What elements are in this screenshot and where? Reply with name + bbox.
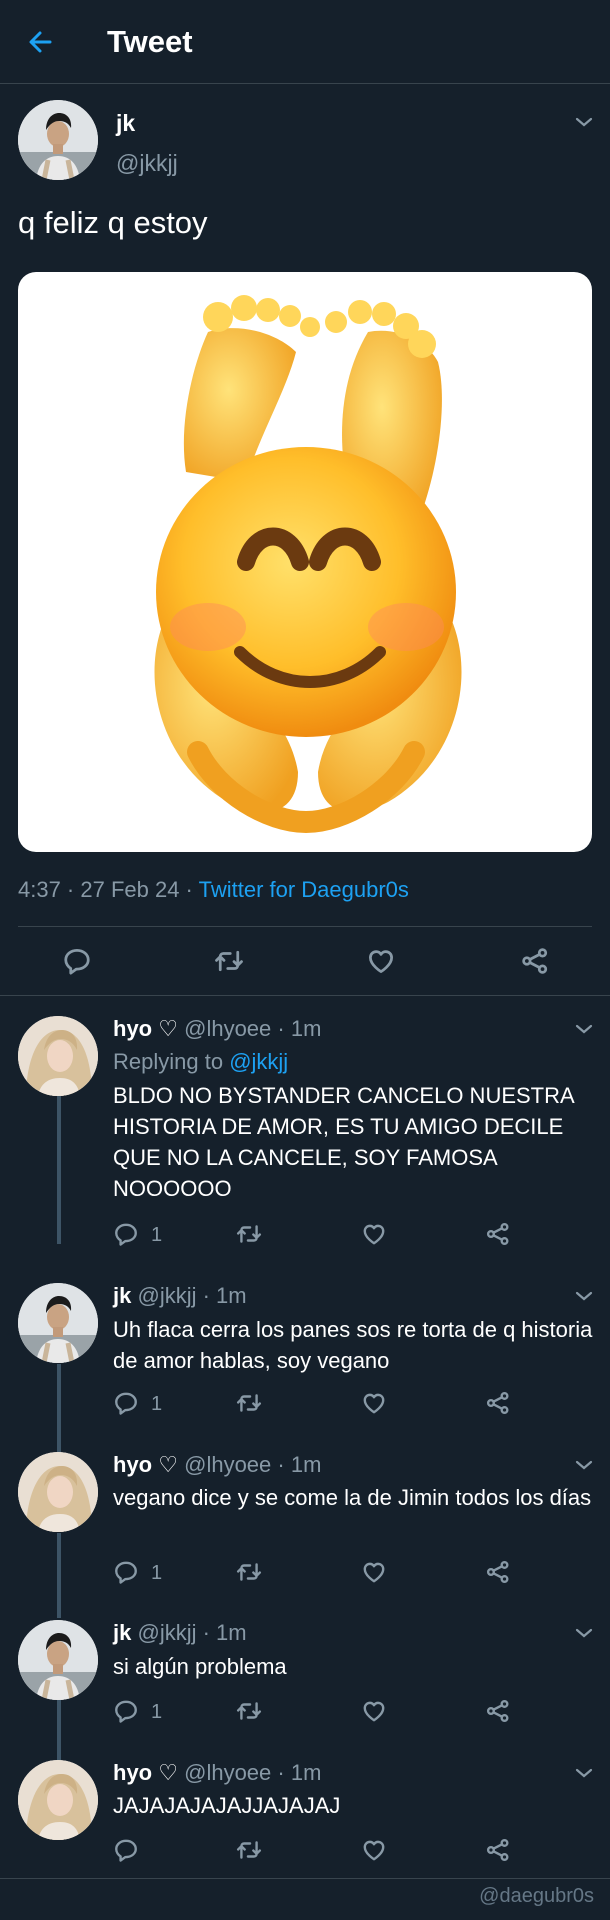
reply-header: jk @jkkjj · 1m [113,1620,247,1646]
reply-author-handle[interactable]: @lhyoee [184,1016,271,1041]
reply-time: · 1m [202,1283,247,1308]
page-title: Tweet [107,24,193,59]
author-name[interactable]: jk [116,110,135,137]
heart-symbol: ♡ [158,1452,178,1477]
reply-time: · 1m [277,1452,322,1477]
thread-connector-line [57,1533,61,1618]
retweet-icon[interactable] [235,1837,263,1863]
share-icon[interactable] [485,1221,511,1247]
avatar[interactable] [18,1016,98,1096]
like-heart-icon[interactable] [361,1559,387,1585]
divider [0,1878,610,1879]
divider [18,926,592,927]
reply-header: hyo ♡ @lhyoee · 1m [113,1760,321,1786]
reply-time: · 1m [202,1620,247,1645]
tweet-image[interactable] [18,272,592,852]
retweet-icon[interactable] [235,1698,263,1724]
reply-text: vegano dice y se come la de Jimin todos … [113,1485,592,1510]
avatar[interactable] [18,100,98,180]
avatar[interactable] [18,1283,98,1363]
tweet-source-link[interactable]: Twitter for Daegubr0s [199,877,409,902]
retweet-icon[interactable] [235,1390,263,1416]
heart-symbol: ♡ [158,1760,178,1785]
reply-author-name[interactable]: jk [113,1620,131,1645]
smiling-face-emoji-image [154,295,462,833]
like-heart-icon[interactable] [361,1698,387,1724]
divider [0,995,610,996]
reply-author-name[interactable]: hyo [113,1760,152,1785]
share-icon[interactable] [485,1559,511,1585]
chevron-down-icon[interactable] [574,1626,594,1640]
reply-icon[interactable] [62,946,92,976]
avatar[interactable] [18,1620,98,1700]
chevron-down-icon[interactable] [574,1766,594,1780]
reply-count: 1 [151,1393,163,1415]
reply-count: 1 [151,1562,163,1584]
top-bar: Tweet [0,0,610,84]
watermark: @daegubr0s [479,1885,594,1907]
reply-time: · 1m [277,1016,322,1041]
share-icon[interactable] [485,1390,511,1416]
replying-label: Replying to [113,1049,230,1074]
tweet-meta: 4:37 · 27 Feb 24 · Twitter for Daegubr0s [18,877,409,903]
reply-author-name[interactable]: jk [113,1283,131,1308]
share-icon[interactable] [485,1698,511,1724]
reply-text: JAJAJAJAJAJJAJAJAJ [113,1793,341,1818]
back-arrow-icon[interactable] [22,22,62,62]
reply-header: hyo ♡ @lhyoee · 1m [113,1452,321,1478]
replying-to-handle[interactable]: @jkkjj [229,1049,288,1074]
reply-author-name[interactable]: hyo [113,1016,152,1041]
reply-icon[interactable] [113,1559,139,1585]
chevron-down-icon[interactable] [574,115,594,129]
avatar[interactable] [18,1760,98,1840]
author-handle[interactable]: @jkkjj [116,150,178,177]
heart-symbol: ♡ [158,1016,178,1041]
reply-author-handle[interactable]: @lhyoee [184,1452,271,1477]
like-heart-icon[interactable] [361,1221,387,1247]
chevron-down-icon[interactable] [574,1289,594,1303]
like-heart-icon[interactable] [361,1390,387,1416]
tweet-text: q feliz q estoy [18,205,208,240]
chevron-down-icon[interactable] [574,1022,594,1036]
reply-author-handle[interactable]: @jkkjj [137,1620,196,1645]
thread-connector-line [57,1096,61,1244]
thread-connector-line [57,1700,61,1760]
thread-connector-line [57,1364,61,1454]
like-heart-icon[interactable] [361,1837,387,1863]
reply-header: jk @jkkjj · 1m [113,1283,247,1309]
avatar[interactable] [18,1452,98,1532]
reply-text: BLDO NO BYSTANDER CANCELO NUESTRA HISTOR… [113,1083,574,1201]
like-heart-icon[interactable] [366,946,396,976]
reply-icon[interactable] [113,1837,139,1863]
reply-author-handle[interactable]: @jkkjj [137,1283,196,1308]
tweet-timestamp: 4:37 · 27 Feb 24 · [18,877,199,902]
reply-author-handle[interactable]: @lhyoee [184,1760,271,1785]
reply-text: Uh flaca cerra los panes sos re torta de… [113,1317,593,1373]
replying-to: Replying to @jkkjj [113,1049,288,1075]
reply-count: 1 [151,1701,163,1723]
reply-count: 1 [151,1224,163,1246]
share-icon[interactable] [485,1837,511,1863]
retweet-icon[interactable] [213,946,245,976]
reply-icon[interactable] [113,1698,139,1724]
retweet-icon[interactable] [235,1559,263,1585]
retweet-icon[interactable] [235,1221,263,1247]
reply-text: si algún problema [113,1654,287,1679]
reply-icon[interactable] [113,1390,139,1416]
reply-author-name[interactable]: hyo [113,1452,152,1477]
reply-header: hyo ♡ @lhyoee · 1m [113,1016,321,1042]
reply-time: · 1m [277,1760,322,1785]
reply-icon[interactable] [113,1221,139,1247]
chevron-down-icon[interactable] [574,1458,594,1472]
share-icon[interactable] [520,946,550,976]
